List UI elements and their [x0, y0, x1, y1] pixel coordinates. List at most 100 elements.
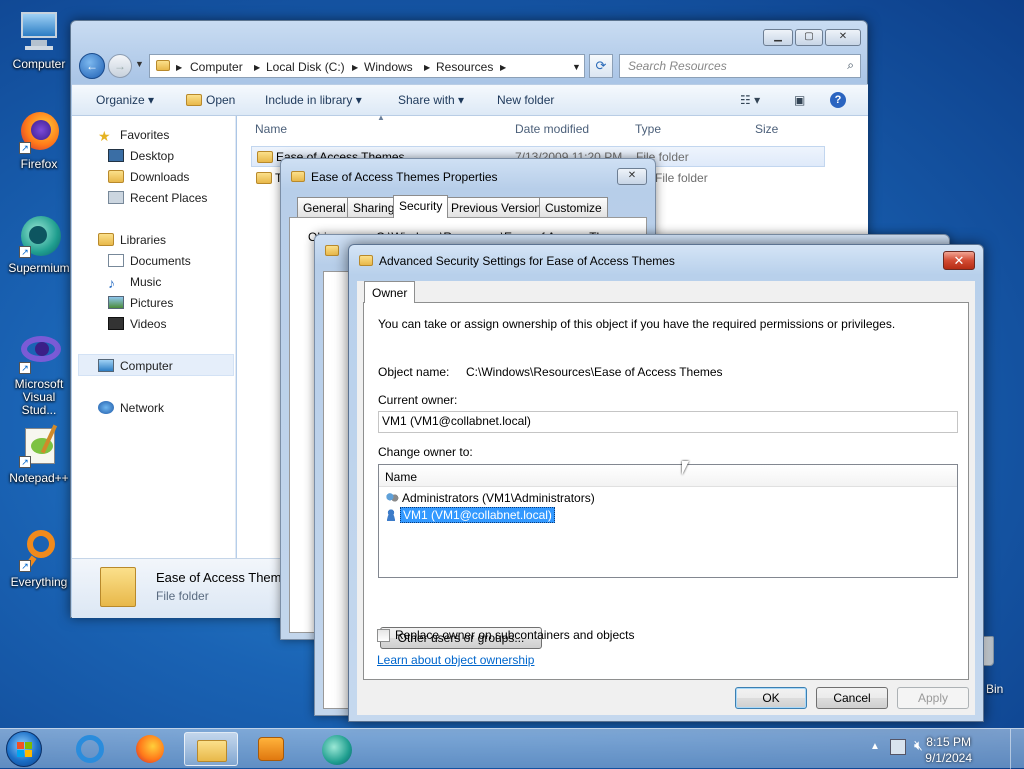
- desktop-icon-computer[interactable]: Computer: [6, 10, 72, 71]
- videos-icon: [108, 317, 124, 330]
- desktop-icon-label: Notepad++: [9, 471, 69, 485]
- volume-muted-icon[interactable]: 🔇︎: [914, 737, 923, 754]
- open-folder-icon: [186, 94, 202, 106]
- open-button[interactable]: Open: [186, 93, 235, 107]
- desktop-icon-visual-studio[interactable]: ↗ Microsoft Visual Stud...: [4, 330, 74, 417]
- column-size[interactable]: Size: [755, 122, 778, 136]
- view-options-icon[interactable]: ☷ ▾: [740, 93, 760, 107]
- tab-security[interactable]: Security: [393, 195, 449, 218]
- breadcrumb-resources[interactable]: Resources: [436, 60, 493, 74]
- start-button[interactable]: [6, 731, 42, 767]
- breadcrumb-windows[interactable]: Windows: [364, 60, 413, 74]
- desktop-icon-label: Everything: [10, 575, 68, 589]
- forward-button[interactable]: →: [108, 54, 132, 78]
- taskbar-supermium[interactable]: [310, 732, 364, 766]
- nav-favorites[interactable]: ★ Favorites: [98, 128, 169, 144]
- help-icon[interactable]: ?: [830, 92, 846, 108]
- internet-explorer-icon: [76, 735, 104, 763]
- breadcrumb-local-disk[interactable]: Local Disk (C:): [266, 60, 345, 74]
- desktop-icon-notepadpp[interactable]: ↗ Notepad++: [6, 424, 72, 485]
- nav-downloads[interactable]: Downloads: [108, 170, 189, 184]
- nav-network[interactable]: Network: [98, 401, 164, 415]
- share-with-button[interactable]: Share with ▾: [398, 93, 464, 107]
- properties-close-button[interactable]: ✕: [617, 168, 647, 185]
- desktop-icon-firefox[interactable]: ↗ Firefox: [6, 110, 72, 171]
- advanced-security-dialog: Advanced Security Settings for Ease of A…: [348, 244, 984, 722]
- taskbar-firefox[interactable]: [124, 732, 178, 766]
- visual-studio-icon: ↗: [17, 330, 61, 374]
- nav-pictures[interactable]: Pictures: [108, 296, 173, 310]
- address-dropdown-icon[interactable]: ▼: [572, 62, 581, 72]
- dialog-title: Advanced Security Settings for Ease of A…: [379, 254, 675, 268]
- search-icon[interactable]: ⌕: [847, 58, 854, 73]
- sort-up-icon: ▲: [377, 113, 385, 122]
- list-header-name[interactable]: Name: [379, 465, 957, 487]
- nav-music[interactable]: ♪ Music: [108, 275, 161, 291]
- object-name-value: C:\Windows\Resources\Ease of Access Them…: [466, 365, 723, 379]
- supermium-icon: [322, 735, 352, 765]
- show-desktop-button[interactable]: [1010, 729, 1024, 769]
- clock-time: 8:15 PM: [926, 735, 971, 749]
- ok-button[interactable]: OK: [735, 687, 807, 709]
- recycle-bin-label: Bin: [986, 682, 1004, 696]
- desktop-icon-everything[interactable]: ↗ Everything: [6, 528, 72, 589]
- desktop-icon-label: Microsoft Visual Stud...: [14, 377, 64, 417]
- taskbar-explorer[interactable]: [184, 732, 238, 766]
- show-hidden-icons-icon[interactable]: ▲: [870, 741, 880, 752]
- current-owner-value: VM1 (VM1@collabnet.local): [382, 414, 531, 428]
- mouse-cursor-icon: [682, 461, 689, 475]
- desktop-icon-supermium[interactable]: ↗ Supermium: [6, 214, 72, 275]
- include-in-library-button[interactable]: Include in library ▾: [265, 93, 362, 107]
- new-folder-button[interactable]: New folder: [497, 93, 554, 107]
- apply-button[interactable]: Apply: [897, 687, 969, 709]
- address-bar[interactable]: ▶ Computer ▶ Local Disk (C:) ▶ Windows ▶…: [149, 54, 585, 78]
- folder-icon: [256, 172, 272, 184]
- column-type[interactable]: Type: [635, 122, 661, 136]
- folder-icon: [156, 60, 170, 71]
- desktop-icon-label: Firefox: [20, 157, 58, 171]
- column-date-modified[interactable]: Date modified: [515, 122, 589, 136]
- properties-title: Ease of Access Themes Properties: [311, 170, 498, 184]
- nav-desktop[interactable]: Desktop: [108, 149, 174, 163]
- recent-pages-arrow-icon[interactable]: ▼: [135, 59, 144, 69]
- tab-general[interactable]: General: [297, 197, 352, 217]
- nav-documents[interactable]: Documents: [108, 254, 191, 268]
- explorer-folder-icon: [197, 740, 227, 762]
- taskbar-media-player[interactable]: [244, 732, 298, 766]
- documents-icon: [108, 254, 124, 267]
- change-owner-label: Change owner to:: [378, 445, 473, 459]
- intro-text: You can take or assign ownership of this…: [378, 317, 896, 331]
- nav-libraries[interactable]: Libraries: [98, 233, 166, 247]
- maximize-button[interactable]: ▢: [795, 29, 823, 46]
- supermium-icon: ↗: [17, 214, 61, 258]
- tab-previous-versions[interactable]: Previous Versions: [445, 197, 554, 217]
- tab-customize[interactable]: Customize: [539, 197, 608, 217]
- close-button[interactable]: ✕: [825, 29, 861, 46]
- dialog-close-button[interactable]: ✕: [943, 251, 975, 270]
- current-owner-field: VM1 (VM1@collabnet.local): [378, 411, 958, 433]
- preview-pane-icon[interactable]: ▣: [794, 93, 805, 107]
- list-item-selected[interactable]: VM1 (VM1@collabnet.local): [385, 507, 555, 524]
- minimize-button[interactable]: ▁: [763, 29, 793, 46]
- column-name[interactable]: Name: [255, 122, 287, 136]
- change-owner-list[interactable]: Name Administrators (VM1\Administrators)…: [378, 464, 958, 578]
- taskbar-clock[interactable]: 8:15 PM 9/1/2024: [925, 734, 972, 766]
- list-item[interactable]: Administrators (VM1\Administrators): [385, 491, 595, 507]
- back-button[interactable]: ←: [79, 53, 105, 79]
- refresh-icon[interactable]: ⟳: [589, 54, 613, 78]
- replace-owner-checkbox[interactable]: [377, 629, 390, 642]
- taskbar-internet-explorer[interactable]: [64, 732, 118, 766]
- nav-videos[interactable]: Videos: [108, 317, 166, 331]
- network-tray-icon[interactable]: [890, 739, 906, 755]
- clock-date: 9/1/2024: [925, 751, 972, 765]
- organize-button[interactable]: Organize ▾: [96, 93, 154, 107]
- user-icon: [385, 509, 397, 521]
- group-icon: [385, 492, 399, 504]
- learn-about-ownership-link[interactable]: Learn about object ownership: [377, 653, 534, 667]
- tab-owner[interactable]: Owner: [364, 281, 416, 303]
- nav-recent-places[interactable]: Recent Places: [108, 191, 207, 205]
- breadcrumb-computer[interactable]: Computer: [190, 60, 243, 74]
- nav-computer[interactable]: Computer: [98, 359, 173, 373]
- cancel-button[interactable]: Cancel: [816, 687, 888, 709]
- search-input[interactable]: Search Resources ⌕: [619, 54, 861, 78]
